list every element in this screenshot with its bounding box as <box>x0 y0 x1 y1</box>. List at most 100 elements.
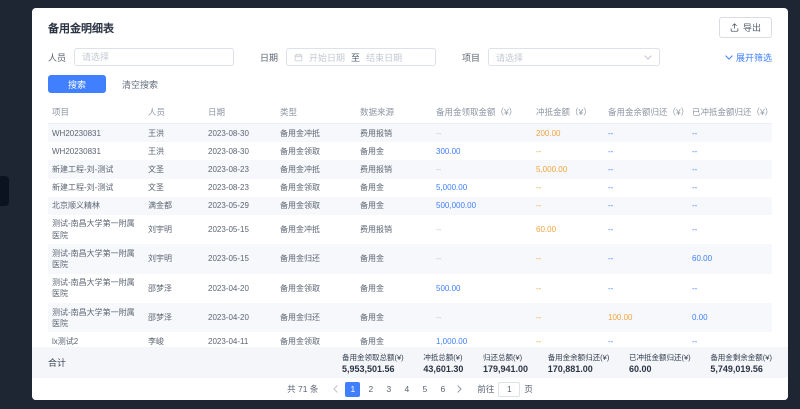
date-start-placeholder: 开始日期 <box>309 51 345 64</box>
search-button[interactable]: 搜索 <box>48 75 106 93</box>
cell-date: 2023-04-20 <box>204 303 276 332</box>
cell-project: WH20230831 <box>48 142 144 160</box>
cell-received: -- <box>432 160 532 178</box>
summary-item: 备用金领取总额(¥)5,953,501.56 <box>342 352 404 374</box>
column-header: 冲抵金额（¥） <box>532 101 604 124</box>
table-row: 测试-南昌大学第一附属医院刘宇明2023-05-15备用金冲抵费用报销--60.… <box>48 215 772 244</box>
summary-item-label: 归还总额(¥) <box>483 352 528 363</box>
clear-search-button[interactable]: 清空搜索 <box>122 78 158 91</box>
page-button[interactable]: 5 <box>417 382 432 397</box>
cell-type: 备用金领取 <box>276 179 356 197</box>
cell-offset_return: -- <box>688 142 772 160</box>
petty-cash-table: 项目人员日期类型数据来源备用金领取金额（¥）冲抵金额（¥）备用金余额归还（¥）已… <box>48 101 772 347</box>
cell-offset: -- <box>532 244 604 273</box>
next-page-button[interactable] <box>455 385 464 393</box>
cell-date: 2023-05-15 <box>204 244 276 273</box>
page-button[interactable]: 2 <box>363 382 378 397</box>
date-separator: 至 <box>351 51 360 64</box>
cell-project: WH20230831 <box>48 124 144 143</box>
summary-item-value: 170,881.00 <box>548 364 610 374</box>
cell-date: 2023-08-30 <box>204 124 276 143</box>
cell-source: 备用金 <box>356 332 432 347</box>
cell-balance_return: -- <box>604 179 688 197</box>
cell-source: 备用金 <box>356 244 432 273</box>
date-range-picker[interactable]: 开始日期 至 结束日期 <box>286 48 436 66</box>
summary-label: 合计 <box>48 356 342 369</box>
page-button[interactable]: 1 <box>345 382 360 397</box>
page-button[interactable]: 3 <box>381 382 396 397</box>
cell-balance_return: 100.00 <box>604 303 688 332</box>
goto-page-input[interactable] <box>498 382 520 397</box>
column-header: 数据来源 <box>356 101 432 124</box>
cell-type: 备用金冲抵 <box>276 124 356 143</box>
cell-received: 500,000.00 <box>432 197 532 215</box>
summary-item-value: 5,749,019.56 <box>710 364 772 374</box>
cell-type: 备用金归还 <box>276 244 356 273</box>
cell-offset_return: -- <box>688 215 772 244</box>
cell-offset_return: -- <box>688 332 772 347</box>
person-select[interactable] <box>74 48 234 66</box>
cell-date: 2023-08-23 <box>204 160 276 178</box>
cell-type: 备用金领取 <box>276 332 356 347</box>
summary-item-label: 已冲抵金额归还(¥) <box>629 352 691 363</box>
cell-offset: 60.00 <box>532 215 604 244</box>
cell-project: 测试-南昌大学第一附属医院 <box>48 215 144 244</box>
cell-date: 2023-08-30 <box>204 142 276 160</box>
cell-person: 满金都 <box>144 197 204 215</box>
page-button[interactable]: 4 <box>399 382 414 397</box>
summary-item: 归还总额(¥)179,941.00 <box>483 352 528 374</box>
expand-filters-link[interactable]: 展开筛选 <box>725 51 772 64</box>
table-row: 测试-南昌大学第一附属医院邵梦泽2023-04-20备用金领取备用金500.00… <box>48 274 772 303</box>
cell-date: 2023-05-15 <box>204 215 276 244</box>
summary-item-label: 冲抵总额(¥) <box>423 352 463 363</box>
cell-person: 王洪 <box>144 124 204 143</box>
cell-offset_return: -- <box>688 274 772 303</box>
summary-item-label: 备用金剩余金额(¥) <box>710 352 772 363</box>
summary-items: 备用金领取总额(¥)5,953,501.56 冲抵总额(¥)43,601.30 归还… <box>342 352 772 374</box>
cell-received: -- <box>432 244 532 273</box>
cell-type: 备用金冲抵 <box>276 160 356 178</box>
project-select[interactable]: 请选择 <box>488 48 660 66</box>
filter-actions: 搜索 清空搜索 <box>32 69 788 101</box>
sidebar-drawer-handle[interactable] <box>0 176 9 206</box>
summary-bar: 合计 备用金领取总额(¥)5,953,501.56 冲抵总额(¥)43,601.3… <box>32 347 788 378</box>
cell-offset_return: -- <box>688 179 772 197</box>
summary-item-value: 179,941.00 <box>483 364 528 374</box>
goto-label: 前往 <box>477 383 494 395</box>
page-header: 备用金明细表 导出 <box>32 8 788 43</box>
prev-page-button[interactable] <box>331 385 340 393</box>
cell-balance_return: -- <box>604 274 688 303</box>
cell-balance_return: -- <box>604 124 688 143</box>
cell-source: 备用金 <box>356 303 432 332</box>
person-filter-label: 人员 <box>48 51 66 64</box>
cell-project: 测试-南昌大学第一附属医院 <box>48 244 144 273</box>
cell-person: 刘宇明 <box>144 215 204 244</box>
date-filter-label: 日期 <box>260 51 278 64</box>
cell-offset: -- <box>532 274 604 303</box>
summary-item: 冲抵总额(¥)43,601.30 <box>423 352 463 374</box>
cell-offset: -- <box>532 197 604 215</box>
column-header: 人员 <box>144 101 204 124</box>
table-row: 测试-南昌大学第一附属医院邵梦泽2023-04-20备用金归还备用金----10… <box>48 303 772 332</box>
page-button[interactable]: 6 <box>435 382 450 397</box>
cell-offset: 200.00 <box>532 124 604 143</box>
column-header: 日期 <box>204 101 276 124</box>
table-row: lx测试2李峻2023-04-11备用金领取备用金1,000.00------ <box>48 332 772 347</box>
column-header: 项目 <box>48 101 144 124</box>
cell-person: 邵梦泽 <box>144 303 204 332</box>
cell-project: 测试-南昌大学第一附属医院 <box>48 274 144 303</box>
cell-person: 刘宇明 <box>144 244 204 273</box>
cell-person: 文圣 <box>144 160 204 178</box>
export-button-label: 导出 <box>743 21 761 34</box>
cell-offset: -- <box>532 142 604 160</box>
export-button[interactable]: 导出 <box>719 17 772 38</box>
cell-balance_return: -- <box>604 197 688 215</box>
cell-source: 备用金 <box>356 179 432 197</box>
cell-balance_return: -- <box>604 244 688 273</box>
cell-date: 2023-04-20 <box>204 274 276 303</box>
cell-source: 备用金 <box>356 274 432 303</box>
summary-item-value: 5,953,501.56 <box>342 364 404 374</box>
cell-source: 费用报销 <box>356 215 432 244</box>
cell-offset_return: -- <box>688 160 772 178</box>
table-row: WH20230831王洪2023-08-30备用金冲抵费用报销--200.00-… <box>48 124 772 143</box>
